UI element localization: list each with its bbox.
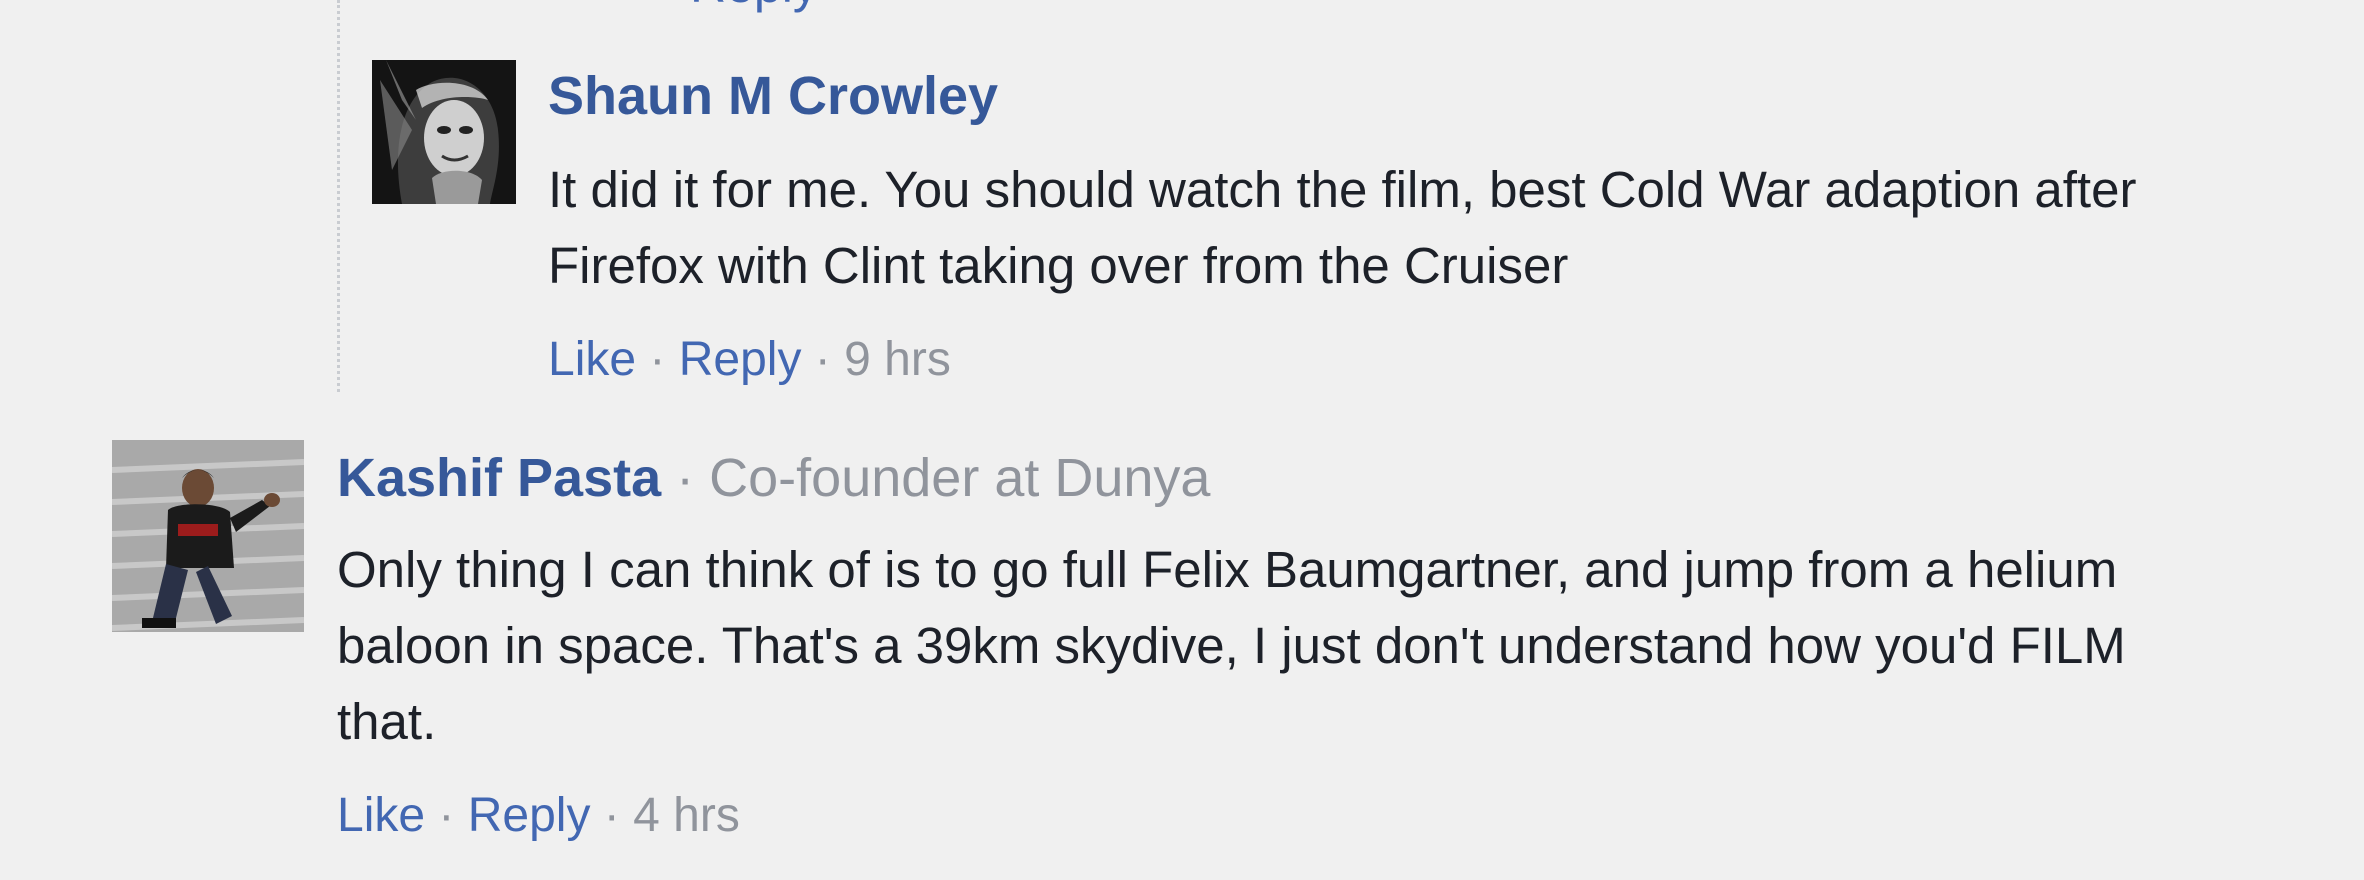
timestamp[interactable]: 9 hrs xyxy=(844,333,951,386)
author-separator: · xyxy=(676,448,710,508)
comment-author-line: Shaun M Crowley xyxy=(548,64,998,128)
comment-text: Only thing I can think of is to go full … xyxy=(337,541,2126,750)
comment-text: It did it for me. You should watch the f… xyxy=(548,161,2137,294)
avatar[interactable] xyxy=(372,60,516,204)
like-link[interactable]: Like xyxy=(548,333,636,386)
action-separator: · xyxy=(438,789,468,842)
like-link[interactable]: Like xyxy=(337,789,425,842)
comment-author-line: Kashif Pasta · Co-founder at Dunya xyxy=(337,446,1210,510)
author-subtitle: Co-founder at Dunya xyxy=(709,448,1211,508)
cutoff-reply-link[interactable]: Reply xyxy=(690,0,818,14)
author-name[interactable]: Kashif Pasta xyxy=(337,448,661,508)
action-separator: · xyxy=(814,333,845,386)
action-separator: · xyxy=(649,333,679,386)
reply-link[interactable]: Reply xyxy=(679,333,802,386)
action-separator: · xyxy=(603,789,634,842)
reply-thread-line xyxy=(337,0,340,392)
avatar-photo-icon xyxy=(372,60,516,204)
comment-actions: Like · Reply · 4 hrs xyxy=(337,786,740,846)
reply-link[interactable]: Reply xyxy=(468,789,591,842)
timestamp[interactable]: 4 hrs xyxy=(633,789,740,842)
author-name[interactable]: Shaun M Crowley xyxy=(548,66,998,126)
comment-actions: Like · Reply · 9 hrs xyxy=(548,330,951,390)
avatar-photo-icon xyxy=(112,440,304,632)
avatar[interactable] xyxy=(112,440,304,632)
